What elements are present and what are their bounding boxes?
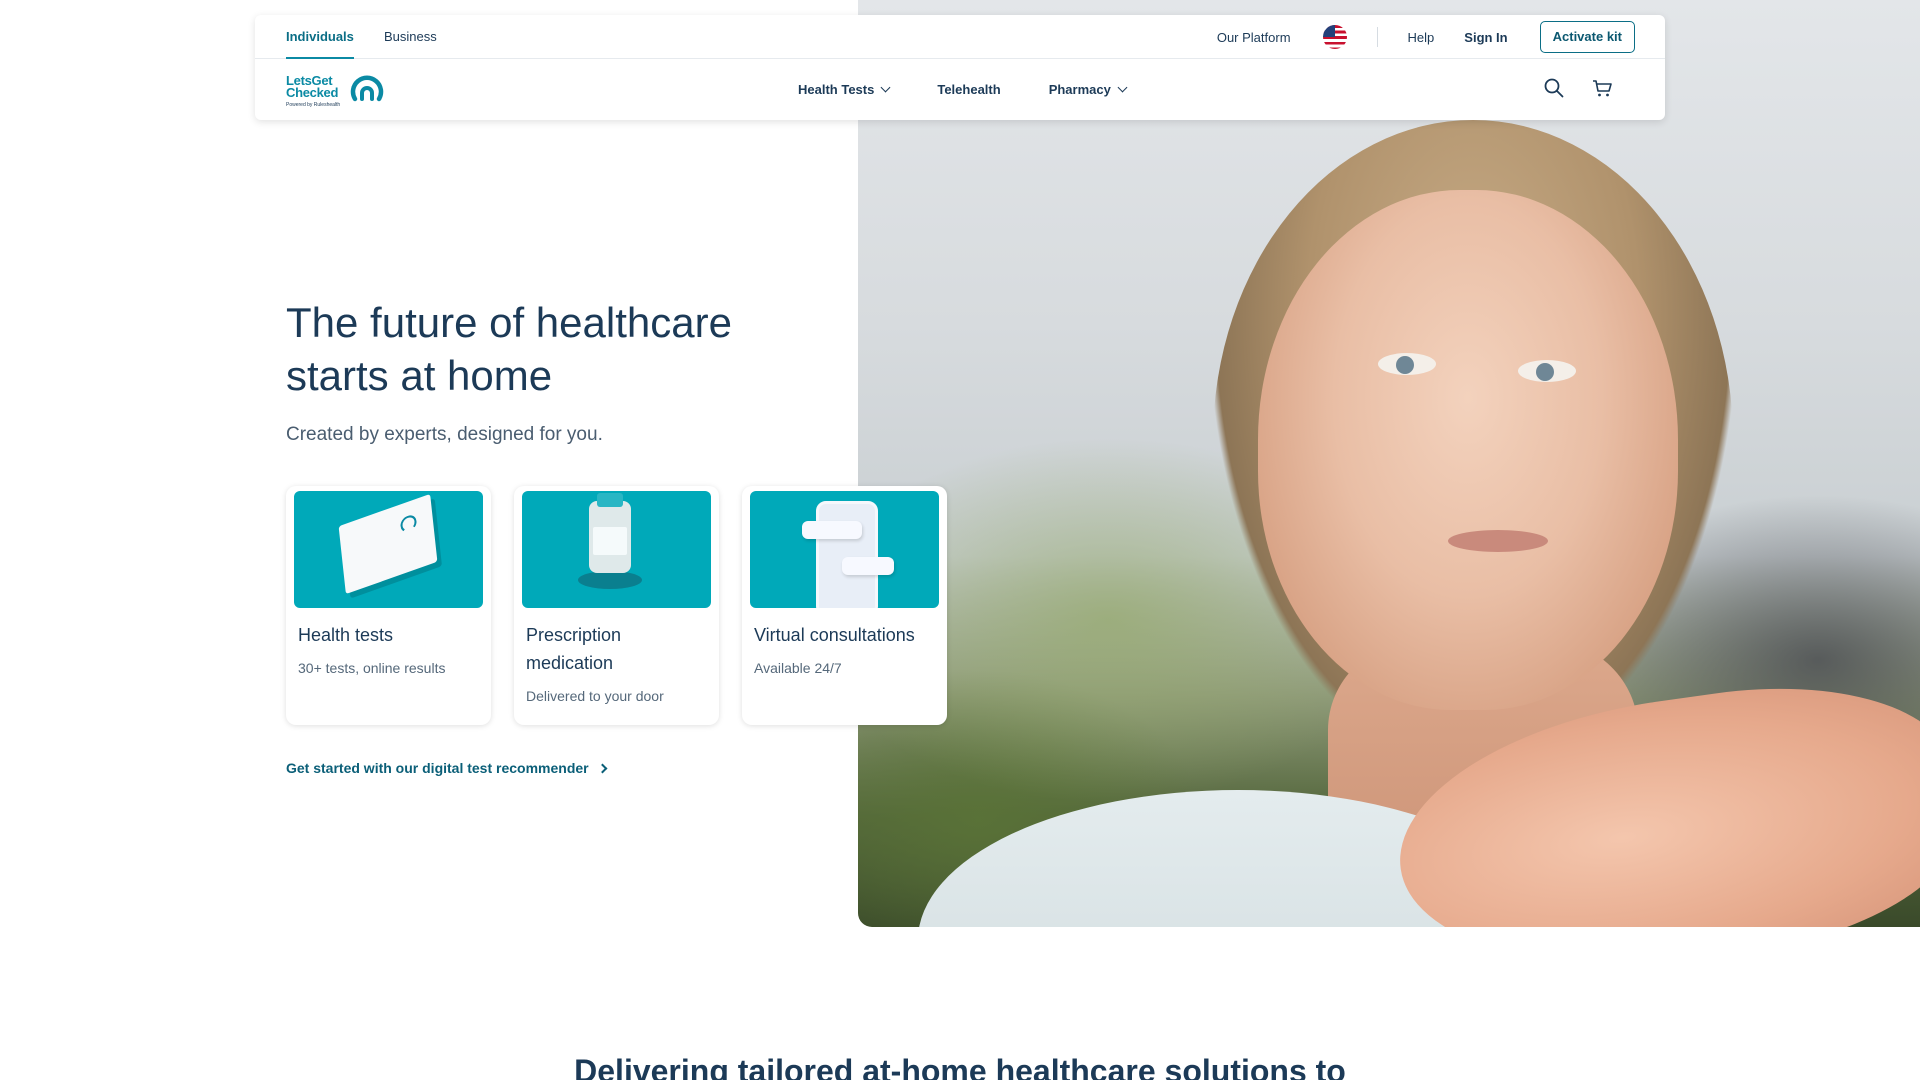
card-description: 30+ tests, online results bbox=[298, 660, 446, 676]
phone-icon bbox=[816, 501, 878, 608]
top-utility-bar: Individuals Business Our Platform Help S… bbox=[255, 15, 1665, 59]
sign-in-link[interactable]: Sign In bbox=[1464, 30, 1507, 45]
card-image bbox=[294, 491, 483, 608]
nav-pharmacy[interactable]: Pharmacy bbox=[1048, 82, 1128, 97]
photo-eye-right bbox=[1518, 360, 1576, 382]
header-icons bbox=[1543, 77, 1613, 99]
tab-individuals[interactable]: Individuals bbox=[286, 15, 354, 59]
card-description: Delivered to your door bbox=[526, 688, 664, 704]
utility-links: Our Platform Help Sign In Activate kit bbox=[1187, 21, 1635, 53]
logo-mark-icon bbox=[350, 75, 384, 102]
test-kit-box-icon bbox=[338, 493, 438, 595]
chevron-down-icon bbox=[1117, 82, 1128, 93]
search-icon[interactable] bbox=[1543, 77, 1565, 99]
help-link[interactable]: Help bbox=[1408, 30, 1435, 45]
nav-telehealth[interactable]: Telehealth bbox=[937, 82, 1000, 97]
card-title: Health tests bbox=[298, 625, 394, 645]
logo-subtext: Powered by Ruleshealth bbox=[286, 102, 341, 108]
card-image bbox=[750, 491, 939, 608]
pill-bottle-icon bbox=[589, 493, 631, 573]
divider bbox=[1376, 27, 1378, 47]
logo-wordmark: LetsGet Checked bbox=[286, 74, 339, 100]
photo-eye-left bbox=[1378, 353, 1436, 375]
hero-subtitle: Created by experts, designed for you. bbox=[286, 424, 603, 445]
test-recommender-link[interactable]: Get started with our digital test recomm… bbox=[286, 760, 608, 776]
hero-title: The future of healthcare starts at home bbox=[286, 299, 732, 399]
nav-telehealth-label: Telehealth bbox=[937, 82, 1001, 97]
chat-bubble-icon bbox=[842, 557, 894, 575]
logo[interactable]: LetsGet Checked Powered by Ruleshealth bbox=[286, 69, 406, 113]
tab-business[interactable]: Business bbox=[384, 15, 437, 59]
chevron-down-icon bbox=[880, 82, 891, 93]
site-header: Individuals Business Our Platform Help S… bbox=[255, 15, 1665, 120]
us-flag-icon[interactable] bbox=[1322, 25, 1347, 49]
card-title: Virtual consultations bbox=[754, 625, 915, 645]
chevron-right-icon bbox=[597, 763, 608, 773]
pedestal-shape bbox=[578, 571, 642, 589]
cart-icon[interactable] bbox=[1591, 77, 1613, 99]
logo-line2: Checked bbox=[286, 85, 339, 100]
photo-face bbox=[1258, 190, 1678, 710]
card-image bbox=[522, 491, 711, 608]
activate-kit-button[interactable]: Activate kit bbox=[1539, 21, 1635, 53]
main-nav-bar: LetsGet Checked Powered by Ruleshealth H… bbox=[255, 59, 1665, 120]
card-description: Available 24/7 bbox=[754, 660, 842, 676]
chat-bubble-icon bbox=[802, 521, 862, 539]
section-heading: Delivering tailored at-home healthcare s… bbox=[574, 1053, 1346, 1080]
card-health-tests[interactable]: Health tests 30+ tests, online results bbox=[286, 486, 491, 725]
nav-pharmacy-label: Pharmacy bbox=[1048, 82, 1111, 97]
nav-health-tests-label: Health Tests bbox=[798, 82, 875, 97]
nav-health-tests[interactable]: Health Tests bbox=[798, 82, 891, 97]
card-virtual-consultations[interactable]: Virtual consultations Available 24/7 bbox=[742, 486, 947, 725]
card-title: Prescription medication bbox=[526, 625, 622, 673]
hero-photo bbox=[858, 0, 1920, 927]
primary-nav: Health Tests Telehealth Pharmacy bbox=[798, 59, 1174, 120]
test-recommender-label: Get started with our digital test recomm… bbox=[286, 760, 589, 776]
photo-lips bbox=[1448, 530, 1548, 552]
our-platform-link[interactable]: Our Platform bbox=[1217, 30, 1291, 45]
card-prescription-medication[interactable]: Prescription medication Delivered to you… bbox=[514, 486, 719, 725]
